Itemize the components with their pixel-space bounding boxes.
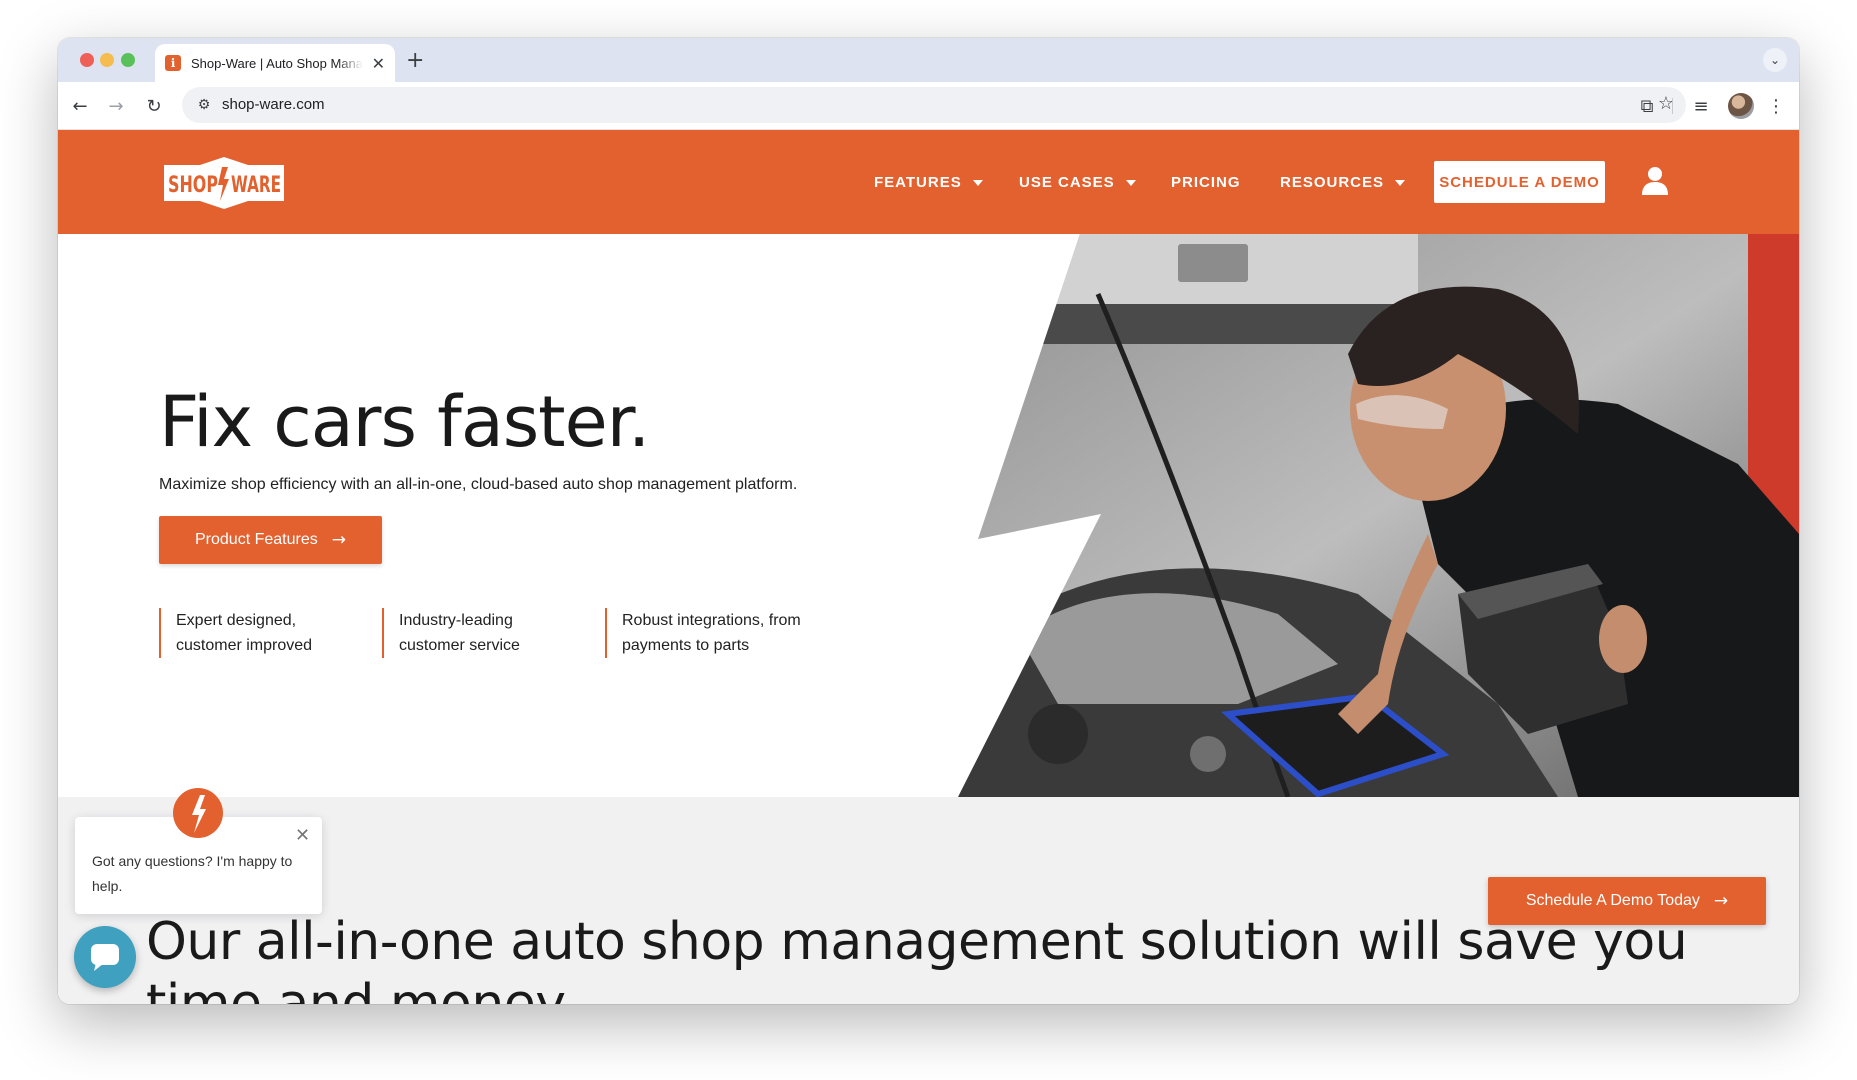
forward-icon[interactable]: → xyxy=(102,92,130,120)
feature-item-service: Industry-leading customer service xyxy=(382,608,582,658)
site-header: SHOP WARE FEATURES USE CASES PRICING RES… xyxy=(58,130,1799,234)
feature-line: customer service xyxy=(399,637,520,654)
nav-pricing-label: PRICING xyxy=(1171,174,1241,191)
nav-resources[interactable]: RESOURCES xyxy=(1280,174,1406,191)
nav-use-cases[interactable]: USE CASES xyxy=(1019,174,1136,191)
shopware-logo[interactable]: SHOP WARE xyxy=(160,155,288,211)
media-controls-icon[interactable]: ≡ xyxy=(1687,92,1715,120)
back-icon[interactable]: ← xyxy=(66,92,94,120)
hero-section: Fix cars faster. Maximize shop efficienc… xyxy=(58,234,1799,797)
chevron-down-icon xyxy=(1395,179,1406,186)
arrow-right-icon: → xyxy=(331,530,346,550)
nav-resources-label: RESOURCES xyxy=(1280,174,1385,191)
address-bar[interactable]: ⚙ shop-ware.com ☆ xyxy=(182,87,1686,123)
feature-item-expert: Expert designed, customer improved xyxy=(159,608,359,658)
nav-pricing[interactable]: PRICING xyxy=(1171,174,1241,191)
tab-close-icon[interactable]: ✕ xyxy=(372,54,385,73)
feature-line: payments to parts xyxy=(622,637,750,654)
maximize-window-button[interactable] xyxy=(121,53,135,67)
site-info-icon[interactable]: ⚙ xyxy=(194,95,214,115)
nav-features-label: FEATURES xyxy=(874,174,962,191)
chat-bubble-icon xyxy=(91,944,119,971)
feature-item-integrations: Robust integrations, from payments to pa… xyxy=(605,608,825,658)
toolbar-divider xyxy=(1672,98,1673,114)
hero-subtitle: Maximize shop efficiency with an all-in-… xyxy=(159,476,798,493)
tab-strip: ℹ Shop-Ware | Auto Shop Management Softw… xyxy=(58,38,1799,82)
new-tab-button[interactable]: + xyxy=(406,48,424,73)
feature-line: customer improved xyxy=(176,637,313,654)
reload-icon[interactable]: ↻ xyxy=(140,92,168,120)
close-window-button[interactable] xyxy=(80,53,94,67)
browser-tab[interactable]: ℹ Shop-Ware | Auto Shop Management Softw… xyxy=(155,44,395,82)
feature-line: Expert designed, xyxy=(176,612,297,629)
nav-use-cases-label: USE CASES xyxy=(1019,174,1115,191)
schedule-demo-today-button[interactable]: Schedule A Demo Today → xyxy=(1488,877,1766,925)
tab-search-button[interactable]: ⌄ xyxy=(1763,48,1787,72)
arrow-right-icon: → xyxy=(1713,891,1729,911)
hero-title: Fix cars faster. xyxy=(159,381,650,463)
logo-text-left: SHOP xyxy=(168,173,218,198)
logo-text-right: WARE xyxy=(231,173,281,198)
url-text[interactable]: shop-ware.com xyxy=(222,96,325,113)
favicon-icon: ℹ xyxy=(165,55,181,71)
close-icon[interactable]: ✕ xyxy=(295,825,310,846)
feature-line: Robust integrations, from xyxy=(622,612,801,629)
chat-avatar-icon xyxy=(173,788,223,838)
browser-menu-icon[interactable]: ⋮ xyxy=(1762,92,1790,120)
tab-title: Shop-Ware | Auto Shop Management Softwar… xyxy=(191,55,363,71)
profile-avatar[interactable] xyxy=(1728,93,1754,119)
user-icon[interactable] xyxy=(1640,166,1670,196)
minimize-window-button[interactable] xyxy=(100,53,114,67)
browser-window: ℹ Shop-Ware | Auto Shop Management Softw… xyxy=(58,38,1799,1004)
web-page: SHOP WARE FEATURES USE CASES PRICING RES… xyxy=(58,130,1799,1004)
schedule-demo-nav-button[interactable]: SCHEDULE A DEMO xyxy=(1434,161,1605,203)
chevron-down-icon xyxy=(1125,179,1136,186)
chat-message: Got any questions? I'm happy to help. xyxy=(92,853,293,894)
product-features-button[interactable]: Product Features → xyxy=(159,516,382,564)
nav-features[interactable]: FEATURES xyxy=(874,174,983,191)
chevron-down-icon xyxy=(972,179,983,186)
chat-launcher-button[interactable] xyxy=(74,926,136,988)
feature-line: Industry-leading xyxy=(399,612,513,629)
product-features-label: Product Features xyxy=(195,531,318,548)
extensions-icon[interactable]: ⧉ xyxy=(1633,92,1661,120)
browser-toolbar: ← → ↻ ⚙ shop-ware.com ☆ ⧉ ≡ ⋮ xyxy=(58,82,1799,130)
schedule-demo-today-label: Schedule A Demo Today xyxy=(1525,892,1700,909)
